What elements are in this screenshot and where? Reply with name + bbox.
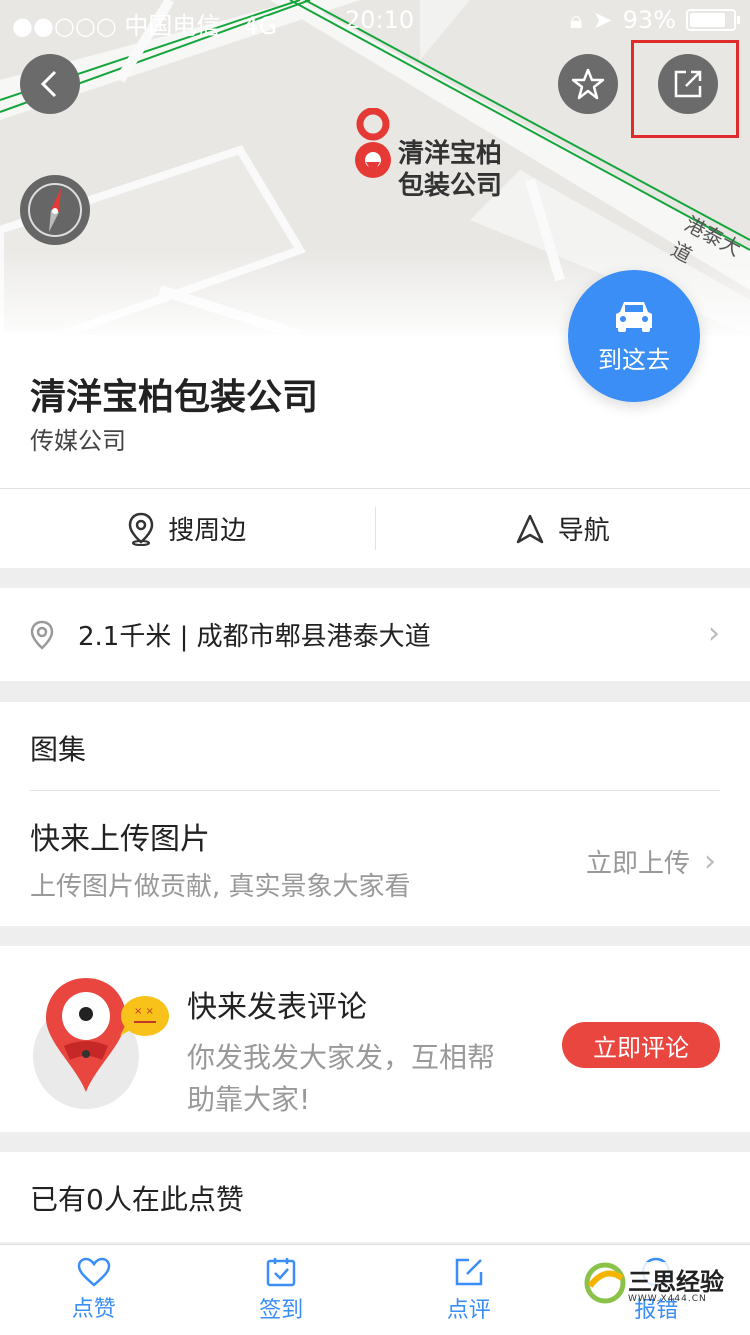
map-pin-icon [128,512,154,546]
carrier-name: 中国电信 [124,12,220,40]
network-type: 4G [243,12,277,40]
gallery-section: 图集 快来上传图片 上传图片做贡献, 真实景象大家看 立即上传 › [0,702,750,926]
poi-map-label: 清洋宝柏 包装公司 [398,138,502,202]
upload-subtitle: 上传图片做贡献, 真实景象大家看 [30,866,411,903]
upload-title: 快来上传图片 [30,814,210,858]
upload-link[interactable]: 立即上传 › [586,843,716,880]
clock: 20:10 [345,6,414,34]
compass-icon [25,180,85,240]
chevron-left-icon [38,69,62,99]
favorite-button[interactable] [558,54,618,114]
place-category: 传媒公司 [30,421,126,456]
calendar-check-icon [265,1256,297,1288]
location-pin-icon [352,108,394,188]
address-row[interactable]: 2.1千米 | 成都市郫县港泰大道 › [0,588,750,681]
highlight-box [631,40,739,138]
navigate-button[interactable]: 导航 [376,489,750,568]
tab-comment-label: 点评 [447,1292,491,1324]
likes-count-text: 已有0人在此点赞 [30,1178,244,1218]
mascot-illustration: × × [30,970,175,1110]
location-icon [30,620,54,650]
status-bar: ●●○○○ 中国电信 4G 20:10 🔒︎ ➤ 93% [0,0,750,40]
poi-label-line1: 清洋宝柏 [398,138,502,170]
review-subtitle-line1: 你发我发大家发，互相帮 [187,1036,495,1076]
watermark-url: WWW.X444.CN [628,1294,707,1304]
status-right: 🔒︎ ➤ 93% [570,6,736,34]
search-nearby-button[interactable]: 搜周边 [0,489,375,568]
back-button[interactable] [20,54,80,114]
heart-icon [77,1257,111,1287]
divider [30,790,720,791]
comment-now-button[interactable]: 立即评论 [562,1022,720,1068]
navigation-arrow-icon [516,514,544,544]
action-bar: 搜周边 导航 [0,489,750,568]
svg-text:× ×: × × [134,1006,154,1017]
chevron-right-icon: › [708,616,720,651]
chevron-right-icon: › [704,844,716,879]
tab-like[interactable]: 点赞 [0,1245,188,1335]
address-text: 2.1千米 | 成都市郫县港泰大道 [78,616,431,653]
tab-comment[interactable]: 点评 [375,1245,563,1335]
car-icon [612,298,656,334]
tab-checkin-label: 签到 [259,1292,303,1324]
review-subtitle-line2: 助靠大家! [187,1078,310,1118]
search-nearby-label: 搜周边 [168,510,246,547]
rotation-lock-icon: 🔒︎ [570,6,583,34]
navigate-label: 导航 [558,510,610,547]
star-icon [571,67,605,101]
battery-percent: 93% [623,6,676,34]
place-name: 清洋宝柏包装公司 [30,368,318,420]
tab-checkin[interactable]: 签到 [188,1245,376,1335]
gallery-heading: 图集 [30,728,86,768]
battery-icon [686,9,736,31]
watermark-swirl-icon [582,1260,628,1306]
carrier-info: ●●○○○ 中国电信 4G [12,6,277,41]
review-title: 快来发表评论 [187,982,367,1026]
watermark-brand: 三思经验 [628,1262,724,1297]
go-here-label: 到这去 [598,340,670,375]
compass-button[interactable] [20,175,90,245]
signal-strength: ●●○○○ [12,12,117,40]
watermark-logo: 三思经验 WWW.X444.CN [582,1258,732,1314]
tab-like-label: 点赞 [72,1291,116,1323]
poi-label-line2: 包装公司 [398,170,502,202]
go-here-button[interactable]: 到这去 [568,270,700,402]
likes-section: 已有0人在此点赞 [0,1152,750,1242]
upload-link-label: 立即上传 [586,843,690,880]
edit-icon [453,1256,485,1288]
battery-level [690,13,725,27]
location-arrow-icon: ➤ [593,6,613,34]
